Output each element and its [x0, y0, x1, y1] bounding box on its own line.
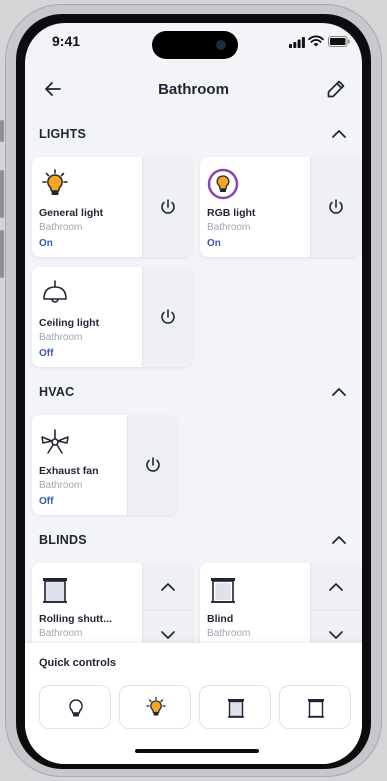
section-hvac-header[interactable]: HVAC [39, 380, 349, 404]
bulb-off-icon [69, 699, 83, 717]
silent-switch [0, 120, 4, 142]
pencil-icon[interactable] [324, 77, 348, 101]
power-toggle-button[interactable] [310, 157, 360, 257]
device-name: Blind [207, 613, 234, 625]
shutter-icon [43, 578, 67, 603]
power-toggle-button[interactable] [127, 415, 177, 515]
device-name: Exhaust fan [39, 465, 99, 477]
rgb-bulb-icon [207, 168, 239, 200]
quick-lights-on-button[interactable] [119, 685, 191, 729]
power-toggle-button[interactable] [142, 267, 192, 367]
status-bar: 9:41 [25, 23, 362, 67]
cellular-signal-icon [289, 37, 305, 48]
open-button[interactable] [143, 563, 192, 611]
bulb-on-icon [42, 169, 68, 195]
quick-controls-label: Quick controls [39, 657, 117, 669]
wifi-icon [308, 35, 324, 47]
section-label: LIGHTS [39, 127, 87, 141]
device-room: Bathroom [39, 628, 83, 639]
fan-icon [41, 429, 69, 454]
device-state: On [39, 238, 53, 249]
power-icon [329, 199, 343, 214]
device-name: General light [39, 207, 104, 219]
home-indicator[interactable] [135, 749, 259, 753]
volume-up-button [0, 170, 4, 218]
device-room: Bathroom [39, 480, 83, 491]
chevron-down-icon [161, 631, 175, 639]
open-button[interactable] [311, 563, 360, 611]
ceiling-lamp-icon [43, 280, 67, 303]
device-state: On [207, 238, 221, 249]
chevron-up-icon[interactable] [329, 530, 349, 550]
device-name: Rolling shutt... [39, 613, 112, 625]
device-card-ceiling-light[interactable]: Ceiling light Bathroom Off [32, 267, 192, 367]
page-title: Bathroom [158, 81, 229, 98]
chevron-up-icon[interactable] [329, 382, 349, 402]
section-blinds-header[interactable]: BLINDS [39, 528, 349, 552]
quick-controls-panel: Quick controls [25, 643, 362, 764]
chevron-up-icon [161, 583, 175, 591]
power-toggle-button[interactable] [142, 157, 192, 257]
quick-blinds-button[interactable] [279, 685, 351, 729]
device-state: Off [39, 496, 54, 507]
app-header: Bathroom [25, 67, 362, 111]
dynamic-island [152, 31, 238, 59]
chevron-up-icon [329, 583, 343, 591]
power-icon [161, 199, 175, 214]
volume-down-button [0, 230, 4, 278]
device-state: Off [39, 348, 54, 359]
bulb-on-icon [146, 697, 166, 716]
battery-icon [328, 36, 350, 47]
quick-shutters-button[interactable] [199, 685, 271, 729]
device-card-exhaust-fan[interactable]: Exhaust fan Bathroom Off [32, 415, 177, 515]
app-screen: 9:41 Bathroom LIGHTS General light Bathr… [25, 23, 362, 764]
device-card-rgb-light[interactable]: RGB light Bathroom On [200, 157, 360, 257]
shutter-icon [228, 699, 244, 718]
quick-lights-off-button[interactable] [39, 685, 111, 729]
power-icon [161, 309, 175, 324]
device-room: Bathroom [39, 222, 83, 233]
device-card-general-light[interactable]: General light Bathroom On [32, 157, 192, 257]
blind-icon [308, 699, 324, 718]
device-name: Ceiling light [39, 317, 100, 329]
chevron-up-icon[interactable] [329, 124, 349, 144]
device-room: Bathroom [207, 222, 251, 233]
section-lights-header[interactable]: LIGHTS [39, 122, 349, 146]
section-label: BLINDS [39, 533, 87, 547]
device-room: Bathroom [39, 332, 83, 343]
status-time: 9:41 [52, 33, 81, 49]
blind-icon [211, 578, 235, 603]
section-label: HVAC [39, 385, 75, 399]
device-room: Bathroom [207, 628, 251, 639]
device-name: RGB light [207, 207, 256, 219]
chevron-down-icon [329, 631, 343, 639]
power-icon [146, 457, 160, 472]
